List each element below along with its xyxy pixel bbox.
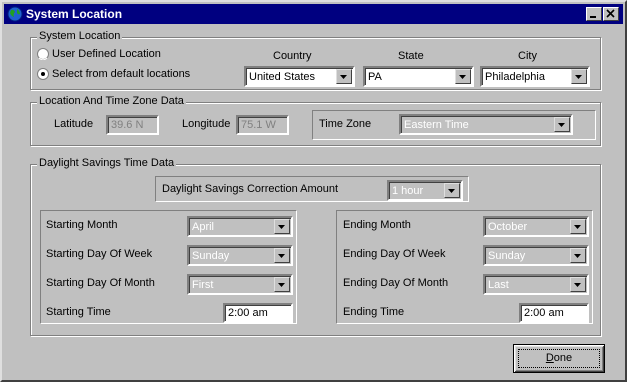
starting-dow-select[interactable]: Sunday xyxy=(187,245,293,266)
done-button[interactable]: Done xyxy=(513,344,605,373)
ending-time-label: Ending Time xyxy=(343,306,405,318)
chevron-down-icon xyxy=(278,225,285,229)
timezone-dropdown-button[interactable] xyxy=(554,117,570,132)
dst-correction-select[interactable]: 1 hour xyxy=(387,180,463,201)
country-label: Country xyxy=(273,50,312,62)
dst-correction-dropdown-button[interactable] xyxy=(444,183,460,198)
chevron-down-icon xyxy=(340,75,347,79)
dst-correction-label: Daylight Savings Correction Amount xyxy=(162,183,339,195)
city-value: Philadelphia xyxy=(485,71,545,83)
ending-dom-value: Last xyxy=(488,279,509,291)
latitude-value: 39.6 N xyxy=(111,119,144,131)
starting-month-label: Starting Month xyxy=(46,219,118,231)
chevron-down-icon xyxy=(575,75,582,79)
state-dropdown-button[interactable] xyxy=(455,69,471,84)
location-timezone-group-label: Location And Time Zone Data xyxy=(37,95,186,107)
chevron-down-icon xyxy=(558,123,565,127)
starting-time-field[interactable]: 2:00 am xyxy=(223,303,293,323)
starting-time-label: Starting Time xyxy=(46,306,111,318)
starting-dow-label: Starting Day Of Week xyxy=(46,248,153,260)
starting-month-select[interactable]: April xyxy=(187,216,293,237)
ending-dom-dropdown-button[interactable] xyxy=(570,277,586,292)
timezone-label: Time Zone xyxy=(319,118,372,130)
state-value: PA xyxy=(368,71,382,83)
chevron-down-icon xyxy=(448,189,455,193)
ending-time-value: 2:00 am xyxy=(524,307,564,319)
starting-dom-select[interactable]: First xyxy=(187,274,293,295)
longitude-field: 75.1 W xyxy=(236,115,289,135)
starting-dow-value: Sunday xyxy=(192,250,230,262)
ending-time-field[interactable]: 2:00 am xyxy=(519,303,589,323)
window-title: System Location xyxy=(26,7,123,21)
latitude-label: Latitude xyxy=(54,118,94,130)
dst-correction-value: 1 hour xyxy=(392,185,424,197)
longitude-value: 75.1 W xyxy=(241,119,276,131)
chevron-down-icon xyxy=(574,225,581,229)
longitude-label: Longitude xyxy=(182,118,231,130)
ending-dow-dropdown-button[interactable] xyxy=(570,248,586,263)
ending-dom-select[interactable]: Last xyxy=(483,274,589,295)
ending-dow-select[interactable]: Sunday xyxy=(483,245,589,266)
ending-dom-label: Ending Day Of Month xyxy=(343,277,449,289)
latitude-field: 39.6 N xyxy=(106,115,159,135)
country-dropdown-button[interactable] xyxy=(336,69,352,84)
chevron-down-icon xyxy=(459,75,466,79)
system-location-group-label: System Location xyxy=(37,30,123,42)
globe-icon xyxy=(7,6,23,22)
timezone-select[interactable]: Eastern Time xyxy=(399,114,573,135)
chevron-down-icon xyxy=(278,254,285,258)
chevron-down-icon xyxy=(574,254,581,258)
dst-group-label: Daylight Savings Time Data xyxy=(37,157,177,169)
radio-user-defined[interactable] xyxy=(37,48,49,60)
chevron-down-icon xyxy=(574,283,581,287)
ending-month-select[interactable]: October xyxy=(483,216,589,237)
ending-dow-value: Sunday xyxy=(488,250,526,262)
close-icon xyxy=(606,9,615,18)
radio-default-locations[interactable] xyxy=(37,68,49,80)
city-dropdown-button[interactable] xyxy=(571,69,587,84)
starting-time-value: 2:00 am xyxy=(228,307,268,319)
starting-dom-value: First xyxy=(192,279,214,291)
radio-default-locations-label[interactable]: Select from default locations xyxy=(52,68,190,80)
ending-month-dropdown-button[interactable] xyxy=(570,219,586,234)
country-select[interactable]: United States xyxy=(244,66,355,87)
title-bar[interactable]: System Location xyxy=(4,4,623,24)
starting-dow-dropdown-button[interactable] xyxy=(274,248,290,263)
ending-month-label: Ending Month xyxy=(343,219,411,231)
city-label: City xyxy=(518,50,537,62)
state-label: State xyxy=(398,50,424,62)
starting-month-value: April xyxy=(192,221,215,233)
close-button[interactable] xyxy=(603,7,619,21)
starting-month-dropdown-button[interactable] xyxy=(274,219,290,234)
city-select[interactable]: Philadelphia xyxy=(480,66,590,87)
radio-user-defined-label[interactable]: User Defined Location xyxy=(52,48,161,60)
system-location-window: System Location System Location User Def… xyxy=(0,0,627,382)
minimize-button[interactable] xyxy=(586,7,602,21)
state-select[interactable]: PA xyxy=(363,66,474,87)
done-button-label: Done xyxy=(545,352,573,364)
country-value: United States xyxy=(249,71,316,83)
starting-dom-dropdown-button[interactable] xyxy=(274,277,290,292)
chevron-down-icon xyxy=(278,283,285,287)
starting-dom-label: Starting Day Of Month xyxy=(46,277,155,289)
ending-month-value: October xyxy=(488,221,528,233)
timezone-value: Eastern Time xyxy=(404,119,469,131)
minimize-icon xyxy=(590,16,596,18)
ending-dow-label: Ending Day Of Week xyxy=(343,248,446,260)
